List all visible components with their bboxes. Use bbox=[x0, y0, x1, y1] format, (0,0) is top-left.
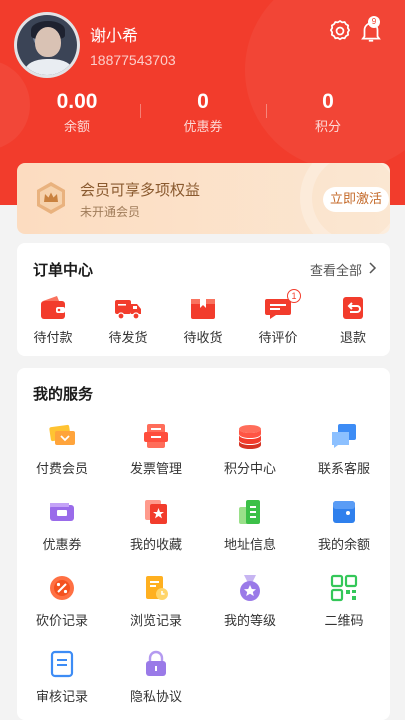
order-pending-payment[interactable]: 待付款 bbox=[21, 295, 85, 346]
order-label: 待收货 bbox=[183, 331, 223, 346]
refund-icon bbox=[343, 297, 363, 319]
order-label: 待付款 bbox=[33, 331, 73, 346]
order-label: 待评价 bbox=[258, 331, 298, 346]
qrcode-icon bbox=[330, 574, 358, 602]
favorite-icon bbox=[145, 500, 167, 524]
stat-label: 优惠券 bbox=[183, 120, 223, 135]
order-label: 待发货 bbox=[108, 331, 148, 346]
stat-coupons[interactable]: 0 优惠券 bbox=[143, 90, 263, 135]
order-center-title: 订单中心 bbox=[33, 261, 94, 279]
invoice-icon bbox=[144, 424, 168, 448]
service-label: 我的余额 bbox=[317, 538, 370, 553]
service-label: 优惠券 bbox=[42, 538, 82, 553]
stat-balance[interactable]: 0.00 余额 bbox=[17, 90, 137, 135]
gear-icon[interactable] bbox=[327, 18, 353, 44]
wallet-icon bbox=[41, 296, 65, 319]
balance-icon bbox=[333, 501, 355, 523]
service-label: 联系客服 bbox=[317, 462, 370, 477]
service-qr-code[interactable]: 二维码 bbox=[300, 573, 388, 629]
service-address[interactable]: 地址信息 bbox=[206, 497, 294, 553]
activate-button[interactable]: 立即激活 bbox=[323, 187, 389, 212]
service-label: 砍价记录 bbox=[35, 614, 88, 629]
truck-icon bbox=[115, 300, 141, 320]
service-label: 发票管理 bbox=[129, 462, 182, 477]
service-label: 浏览记录 bbox=[129, 614, 182, 629]
service-invoice[interactable]: 发票管理 bbox=[112, 421, 200, 477]
membership-subtitle: 未开通会员 bbox=[80, 205, 141, 219]
history-icon bbox=[146, 576, 168, 600]
membership-title: 会员可享多项权益 bbox=[80, 181, 201, 199]
phone-number: 18877543703 bbox=[90, 52, 176, 68]
username: 谢小希 bbox=[90, 26, 139, 45]
divider bbox=[266, 104, 267, 118]
view-all-link[interactable]: 查看全部 bbox=[310, 260, 362, 279]
divider bbox=[140, 104, 141, 118]
order-label: 退款 bbox=[339, 331, 366, 346]
audit-icon bbox=[50, 650, 74, 678]
service-audit-records[interactable]: 审核记录 bbox=[18, 649, 106, 705]
box-icon bbox=[191, 299, 215, 319]
coin-stack-icon bbox=[239, 425, 261, 449]
stat-value: 0.00 bbox=[56, 90, 98, 113]
service-points-center[interactable]: 积分中心 bbox=[206, 421, 294, 477]
order-pending-shipment[interactable]: 待发货 bbox=[96, 295, 160, 346]
order-refund[interactable]: 退款 bbox=[321, 295, 385, 346]
crown-icon bbox=[37, 182, 65, 214]
vip-ticket-icon bbox=[49, 424, 75, 445]
services-card: 我的服务 付费会员 发票管理 积分中心 联系客服 优惠券 我的收藏 地址信息 我… bbox=[17, 368, 390, 720]
service-label: 地址信息 bbox=[223, 538, 276, 553]
service-browse-history[interactable]: 浏览记录 bbox=[112, 573, 200, 629]
stat-value: 0 bbox=[197, 90, 209, 113]
service-favorites[interactable]: 我的收藏 bbox=[112, 497, 200, 553]
lock-icon bbox=[146, 650, 166, 676]
service-customer-support[interactable]: 联系客服 bbox=[300, 421, 388, 477]
service-coupons[interactable]: 优惠券 bbox=[18, 497, 106, 553]
membership-banner[interactable]: 会员可享多项权益 未开通会员 立即激活 bbox=[17, 163, 390, 234]
service-label: 审核记录 bbox=[35, 690, 88, 705]
service-privacy-policy[interactable]: 隐私协议 bbox=[112, 649, 200, 705]
service-label: 积分中心 bbox=[223, 462, 276, 477]
stat-label: 余额 bbox=[63, 120, 90, 135]
services-title: 我的服务 bbox=[33, 385, 94, 403]
address-icon bbox=[239, 500, 260, 524]
stat-value: 0 bbox=[322, 90, 334, 113]
service-balance[interactable]: 我的余额 bbox=[300, 497, 388, 553]
chat-icon bbox=[332, 424, 356, 448]
chevron-right-icon[interactable] bbox=[367, 261, 377, 275]
service-label: 付费会员 bbox=[35, 462, 88, 477]
service-label: 我的收藏 bbox=[129, 538, 182, 553]
service-label: 隐私协议 bbox=[129, 690, 182, 705]
medal-icon bbox=[240, 575, 260, 601]
bargain-icon bbox=[50, 576, 74, 600]
notification-badge: 9 bbox=[368, 16, 380, 28]
avatar[interactable] bbox=[14, 12, 80, 78]
coupon-icon bbox=[50, 503, 74, 521]
order-center-card: 订单中心 查看全部 待付款 待发货 待收货 待评价 1 退款 bbox=[17, 243, 390, 356]
order-pending-receipt[interactable]: 待收货 bbox=[171, 295, 235, 346]
service-paid-member[interactable]: 付费会员 bbox=[18, 421, 106, 477]
order-pending-review[interactable]: 待评价 bbox=[246, 295, 310, 346]
service-label: 二维码 bbox=[324, 614, 364, 629]
service-bargain-history[interactable]: 砍价记录 bbox=[18, 573, 106, 629]
service-my-level[interactable]: 我的等级 bbox=[206, 573, 294, 629]
stat-label: 积分 bbox=[314, 120, 341, 135]
review-count-badge: 1 bbox=[287, 289, 301, 303]
stat-points[interactable]: 0 积分 bbox=[268, 90, 388, 135]
service-label: 我的等级 bbox=[223, 614, 276, 629]
